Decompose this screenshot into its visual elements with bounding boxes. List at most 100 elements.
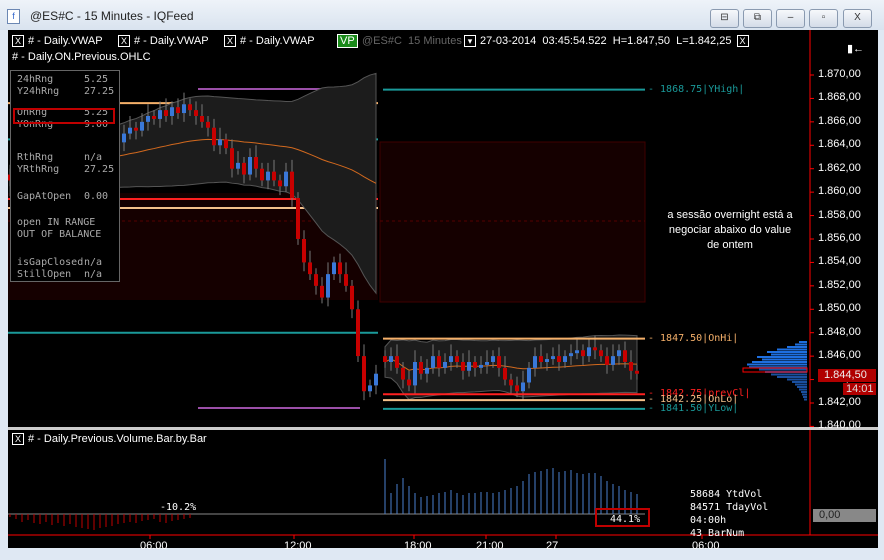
volume-profile-bar <box>801 391 807 393</box>
candle-body <box>593 347 597 351</box>
volume-profile-bar <box>797 386 807 388</box>
candle-body <box>122 133 126 143</box>
close-icon[interactable]: X <box>12 433 24 445</box>
symbol-label: @ES#C 15 Minutes <box>362 35 462 47</box>
volume-profile-bar <box>771 353 807 356</box>
candle-body <box>545 359 549 362</box>
candle-body <box>587 347 591 357</box>
price-tick: 1.846,00 <box>818 349 861 362</box>
value-area-box <box>379 141 646 303</box>
candle-body <box>491 356 495 362</box>
price-tick: 1.862,00 <box>818 161 861 174</box>
price-tick: 1.850,00 <box>818 302 861 315</box>
level-label: - 1847.50|OnHi| <box>648 332 739 344</box>
price-tick: 1.858,00 <box>818 208 861 221</box>
info-row: YRthRng 27.25 <box>17 164 115 175</box>
candle-body <box>467 361 471 371</box>
candle-body <box>326 274 330 298</box>
price-tick: 1.854,00 <box>818 255 861 268</box>
info-row: open IN RANGE <box>17 217 96 228</box>
candle-body <box>182 104 186 114</box>
candle-body <box>230 148 234 169</box>
candle-body <box>383 356 387 362</box>
volume-stat: 58684 YtdVol <box>690 489 763 500</box>
candle-body <box>224 139 228 149</box>
candle-body <box>134 127 138 131</box>
volume-profile-bar <box>804 398 807 401</box>
candle-body <box>425 367 429 374</box>
candle-body <box>479 364 483 368</box>
candle-body <box>539 356 543 362</box>
volume-profile-bar <box>803 396 807 398</box>
volume-profile-bar <box>762 358 807 361</box>
candle-body <box>308 262 312 275</box>
info-row: RthRng n/a <box>17 152 103 163</box>
candle-body <box>395 356 399 368</box>
ohlc-indicator-label[interactable]: # - Daily.ON.Previous.OHLC <box>12 51 151 63</box>
candle-body <box>515 385 519 392</box>
candle-body <box>332 262 336 275</box>
volume-profile-bar <box>771 373 807 376</box>
price-tick: 1.864,00 <box>818 138 861 151</box>
time-tick: 27 <box>546 540 559 552</box>
candle-body <box>443 361 447 368</box>
volume-axis-value: 0,00 <box>813 509 876 522</box>
close-icon[interactable]: X <box>118 35 130 47</box>
candle-body <box>170 107 174 116</box>
time-tick: 06:00 <box>140 540 168 552</box>
panel-toggle-icon[interactable]: ▮← <box>847 42 864 55</box>
candle-body <box>176 107 180 114</box>
candle-body <box>485 361 489 365</box>
candle-body <box>362 356 366 392</box>
candle-body <box>278 180 282 187</box>
volume-profile-bar <box>747 363 807 366</box>
bar-countdown: 14:01 <box>843 383 876 395</box>
close-icon[interactable]: X <box>224 35 236 47</box>
quote-info: ▾ 27-03-2014 03:45:54.522 H=1.847,50 L=1.… <box>464 35 753 47</box>
price-tick: 1.868,00 <box>818 91 861 104</box>
volume-profile-bar <box>777 348 807 351</box>
candle-body <box>407 379 411 386</box>
candle-body <box>563 356 567 362</box>
annotation-line: de ontem <box>707 239 753 251</box>
price-tick: 1.848,00 <box>818 325 861 338</box>
candle-body <box>236 162 240 169</box>
price-tick: 1.866,00 <box>818 114 861 127</box>
indicator-tab-vwap-2[interactable]: X # - Daily.VWAP <box>118 35 209 47</box>
indicator-tab-vwap-1[interactable]: X # - Daily.VWAP <box>12 35 103 47</box>
candle-body <box>302 238 306 263</box>
volume-profile-bar <box>787 378 807 381</box>
candle-body <box>473 361 477 368</box>
candle-body <box>557 356 561 362</box>
candle-body <box>128 127 132 134</box>
candle-body <box>218 139 222 146</box>
prev-volume-pct: -10.2% <box>160 502 197 513</box>
dropdown-icon[interactable]: ▾ <box>464 35 476 47</box>
price-tick: 1.860,00 <box>818 185 861 198</box>
highlight-box <box>13 108 115 124</box>
candle-body <box>455 356 459 362</box>
vp-badge[interactable]: VP <box>337 34 358 48</box>
close-icon[interactable]: X <box>736 35 749 47</box>
time-tick: 18:00 <box>404 540 432 552</box>
candle-body <box>521 382 525 392</box>
candle-body <box>635 370 639 374</box>
volume-profile-bar <box>802 393 807 396</box>
candle-body <box>350 285 354 310</box>
close-icon[interactable]: X <box>12 35 24 47</box>
highlight-box <box>595 508 650 527</box>
candle-body <box>569 353 573 357</box>
candle-body <box>290 171 294 198</box>
candle-body <box>401 367 405 380</box>
candle-body <box>611 356 615 365</box>
candle-body <box>533 356 537 368</box>
indicator-tab-vwap-3[interactable]: X # - Daily.VWAP <box>224 35 315 47</box>
level-label: - 1868.75|YHigh| <box>648 83 745 95</box>
price-tick: 1.840,00 <box>818 419 861 432</box>
candle-body <box>314 274 318 286</box>
candle-body <box>431 356 435 368</box>
info-box: 24hRng 5.25 Y24hRng 27.25 OnRng 5.25 YOnRng 9.0… <box>10 70 120 282</box>
volume-panel-title[interactable]: X # - Daily.Previous.Volume.Bar.by.Bar <box>12 433 207 445</box>
info-row: Y24hRng 27.25 <box>17 86 115 97</box>
volume-profile-bar <box>767 351 807 353</box>
